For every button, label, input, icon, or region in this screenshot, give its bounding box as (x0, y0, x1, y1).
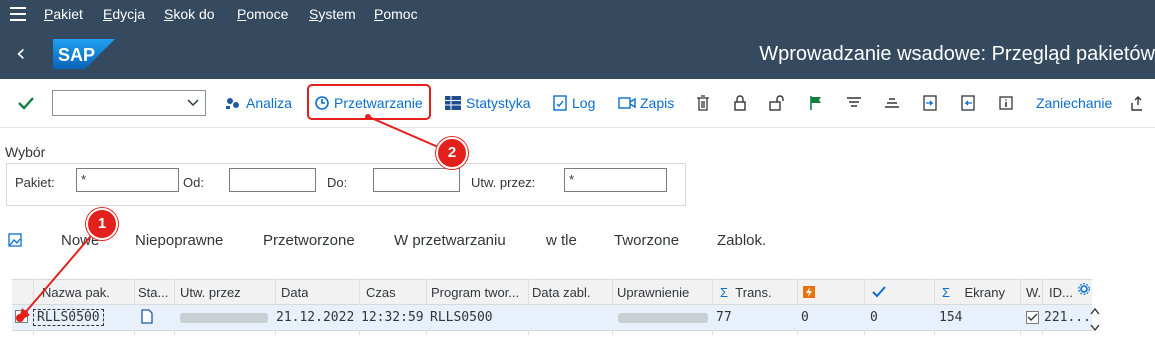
cell-trans[interactable]: 77 (716, 310, 732, 325)
command-field[interactable] (52, 90, 206, 116)
error-flash-icon (803, 286, 815, 298)
log-button[interactable]: Log (552, 93, 595, 113)
title-bar: ‹ SAP Wprowadzanie wsadowe: Przegląd pak… (0, 29, 1155, 79)
sort-ascending-icon[interactable] (882, 93, 902, 113)
do-label: Do: (327, 175, 348, 190)
cell-processed-count[interactable]: 0 (870, 310, 878, 325)
col-utw-przez[interactable]: Utw. przez (180, 285, 241, 300)
od-input[interactable] (229, 168, 316, 192)
cell-uprawnienie-redacted (618, 313, 708, 323)
batch-sessions-table: Nazwa pak. Sta... Utw. przez Data Czas P… (12, 279, 1100, 335)
enter-checkmark-icon[interactable] (16, 93, 36, 113)
col-data[interactable]: Data (281, 285, 308, 300)
statystyka-label: Statystyka (466, 95, 531, 111)
import-document-icon[interactable] (958, 93, 978, 113)
lock-icon[interactable] (730, 93, 750, 113)
chevron-down-icon[interactable] (187, 96, 199, 108)
analiza-label: Analiza (246, 95, 292, 111)
zapis-label: Zapis (640, 95, 675, 111)
cell-w-checkbox[interactable] (1026, 311, 1039, 327)
sum-icon: Σ (942, 285, 951, 300)
annotation-badge-2: 2 (436, 137, 468, 169)
menu-system[interactable]: System (309, 6, 356, 22)
sum-icon: Σ (720, 285, 729, 300)
menu-edycja[interactable]: Edycja (103, 6, 145, 22)
table-row[interactable]: RLLS0500 21.12.2022 12:32:59 RLLS0500 77… (12, 305, 1092, 331)
sap-logo: SAP (53, 39, 115, 69)
table-grid-icon (445, 96, 461, 110)
cell-ekrany[interactable]: 154 (939, 310, 962, 325)
przetwarzanie-highlight-box (307, 84, 431, 120)
image-tab-icon[interactable] (8, 233, 22, 247)
utw-przez-label: Utw. przez: (471, 175, 536, 190)
cell-id[interactable]: 221... (1044, 310, 1091, 325)
tab-tworzone[interactable]: Tworzone (614, 232, 679, 249)
share-export-icon[interactable] (1128, 93, 1148, 113)
col-status[interactable]: Sta... (138, 285, 172, 300)
export-document-icon[interactable] (920, 93, 940, 113)
page-title: Wprowadzanie wsadowe: Przegląd pakietów (759, 43, 1155, 65)
col-processed[interactable] (872, 285, 886, 302)
pakiet-label: Pakiet: (15, 175, 55, 190)
col-trans[interactable]: Σ Trans. (720, 285, 772, 300)
hamburger-menu-icon[interactable] (10, 7, 26, 21)
table-settings-icon[interactable] (1078, 283, 1090, 298)
cell-czas[interactable]: 12:32:59 (361, 310, 424, 325)
delete-trash-icon[interactable] (693, 93, 713, 113)
selection-group-title: Wybór (5, 144, 46, 160)
cell-nazwa-pak[interactable]: RLLS0500 (33, 309, 104, 326)
info-icon[interactable] (996, 93, 1016, 113)
col-w[interactable]: W. (1026, 285, 1041, 300)
cell-error-count[interactable]: 0 (801, 310, 809, 325)
analysis-icon (226, 98, 239, 109)
statystyka-button[interactable]: Statystyka (444, 93, 531, 113)
menu-pomoce[interactable]: Pomoce (237, 6, 288, 22)
col-trans-label: Trans. (735, 285, 772, 300)
col-nazwa-pak[interactable]: Nazwa pak. (42, 285, 110, 300)
col-uprawnienie[interactable]: Uprawnienie (617, 285, 689, 300)
cell-program[interactable]: RLLS0500 (430, 310, 493, 325)
zaniechanie-button[interactable]: Zaniechanie (1036, 93, 1112, 113)
tab-niepoprawne[interactable]: Niepoprawne (135, 232, 223, 249)
checkmark-icon (872, 286, 886, 298)
col-program[interactable]: Program twor... (431, 285, 527, 300)
zapis-button[interactable]: Zapis (618, 93, 674, 113)
menu-skok-do[interactable]: Skok do (164, 6, 215, 22)
log-label: Log (572, 95, 596, 111)
tab-zablok[interactable]: Zablok. (717, 232, 766, 249)
col-id[interactable]: ID... (1049, 285, 1076, 300)
analiza-button[interactable]: Analiza (224, 93, 292, 113)
pakiet-input[interactable]: * (76, 168, 179, 192)
zaniechanie-label: Zaniechanie (1036, 95, 1113, 111)
cell-data[interactable]: 21.12.2022 (276, 310, 354, 325)
annotation-badge-1: 1 (86, 208, 118, 240)
tab-w-tle[interactable]: w tle (546, 232, 577, 249)
cell-utw-przez-redacted (180, 313, 268, 323)
menu-pomoc[interactable]: Pomoc (374, 6, 418, 22)
tab-w-przetwarzaniu[interactable]: W przetwarzaniu (394, 232, 506, 249)
od-label: Od: (183, 175, 204, 190)
application-toolbar: Analiza Przetwarzanie Statystyka Log Zap… (0, 79, 1155, 128)
tab-przetworzone[interactable]: Przetworzone (263, 232, 355, 249)
utw-przez-input[interactable]: * (564, 168, 667, 192)
log-icon (553, 95, 567, 111)
flag-icon[interactable] (806, 93, 826, 113)
vertical-scrollbar[interactable] (1088, 305, 1102, 335)
col-data-zabl[interactable]: Data zabl. (532, 285, 591, 300)
col-ekrany[interactable]: Σ Ekrany (942, 285, 1005, 300)
do-input[interactable] (373, 168, 460, 192)
document-status-icon[interactable] (141, 309, 153, 327)
menu-pakiet[interactable]: Pakiet (44, 6, 83, 22)
col-error[interactable] (802, 285, 816, 302)
video-record-icon (618, 97, 636, 109)
back-icon[interactable]: ‹ (16, 41, 26, 65)
col-ekrany-label: Ekrany (964, 285, 1005, 300)
svg-text:SAP: SAP (58, 45, 95, 65)
unlock-icon[interactable] (767, 93, 787, 113)
row-selector-checkbox[interactable] (15, 310, 28, 326)
menu-bar: Pakiet Edycja Skok do Pomoce System Pomo… (0, 0, 1155, 29)
col-czas[interactable]: Czas (366, 285, 396, 300)
sort-descending-icon[interactable] (844, 93, 864, 113)
